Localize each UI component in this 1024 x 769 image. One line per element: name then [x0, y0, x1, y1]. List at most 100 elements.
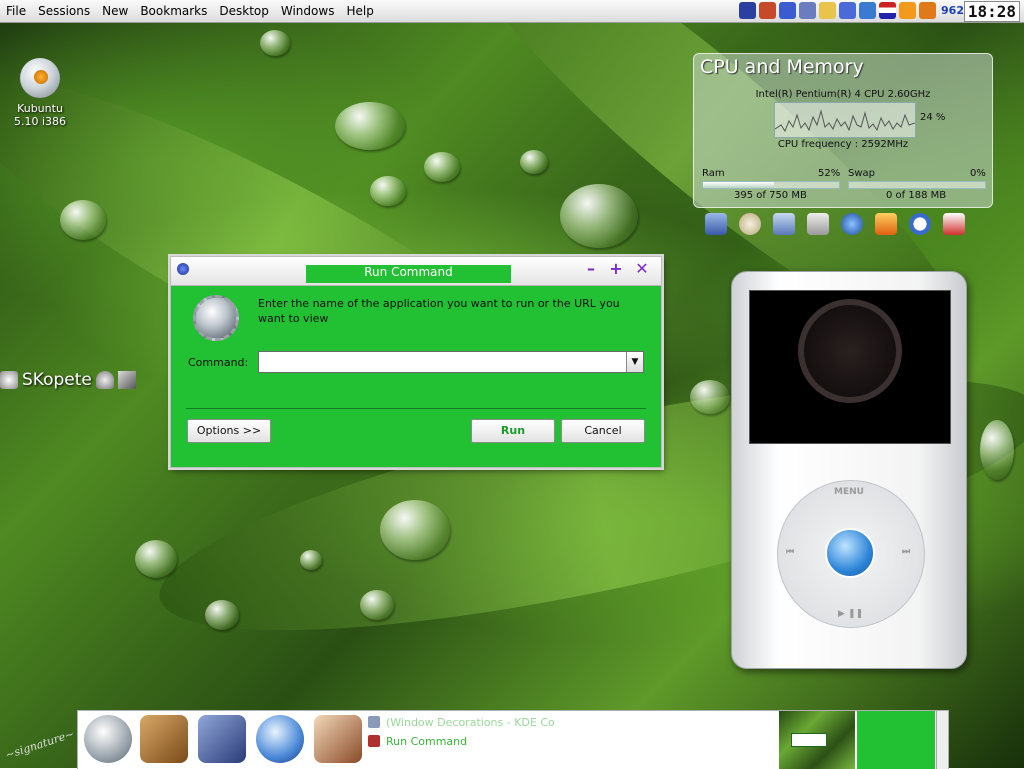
- desktop-pager-1[interactable]: [779, 711, 855, 769]
- ram-bar: [702, 181, 840, 189]
- computer-icon[interactable]: [705, 213, 727, 235]
- keyboard-layout-flag-icon[interactable]: [879, 2, 897, 19]
- previous-icon[interactable]: ⏮: [786, 547, 794, 557]
- kopete-icon: [0, 371, 18, 389]
- kmix-icon[interactable]: [799, 2, 817, 19]
- menu-bookmarks[interactable]: Bookmarks: [134, 0, 213, 22]
- menu-help[interactable]: Help: [340, 0, 379, 22]
- run-button[interactable]: Run: [471, 419, 555, 443]
- ipod-widget: MENU ⏮ ⏭ ▶ ❚❚: [731, 271, 967, 669]
- dialog-separator: [186, 408, 646, 409]
- chevron-down-icon[interactable]: ▼: [626, 352, 643, 372]
- terminal-icon[interactable]: [314, 715, 362, 763]
- volume-icon[interactable]: [859, 2, 877, 19]
- run-gear-icon: [193, 295, 239, 341]
- taskbar-item-run-command[interactable]: Run Command: [366, 732, 776, 751]
- package-icon[interactable]: [140, 715, 188, 763]
- cpu-memory-widget: CPU and Memory Intel(R) Pentium(R) 4 CPU…: [693, 53, 993, 208]
- taskbar-item-window-decorations[interactable]: (Window Decorations - KDE Co: [366, 713, 776, 732]
- tray-counter: 962: [941, 4, 964, 17]
- taskbar: (Window Decorations - KDE Co Run Command: [366, 713, 776, 751]
- clipboard-icon[interactable]: [819, 2, 837, 19]
- preferences-icon: [368, 716, 380, 728]
- water-drop: [205, 600, 239, 630]
- swap-percent: 0%: [970, 168, 986, 179]
- pdf-icon[interactable]: [943, 213, 965, 235]
- dialog-titlebar[interactable]: Run Command – + ✕: [171, 257, 661, 286]
- cancel-button[interactable]: Cancel: [561, 419, 645, 443]
- cpu-graph-line: [774, 109, 916, 133]
- firefox-icon[interactable]: [875, 213, 897, 235]
- amarok-wolf-icon: [798, 299, 902, 403]
- kde-menu-gear-icon[interactable]: [84, 715, 132, 763]
- water-drop: [370, 176, 406, 206]
- cpu-widget-title: CPU and Memory: [700, 56, 864, 78]
- disk-icon[interactable]: [739, 213, 761, 235]
- network-icon[interactable]: [759, 2, 777, 19]
- download-icon[interactable]: [739, 2, 757, 19]
- wheel-menu-label[interactable]: MENU: [834, 487, 864, 497]
- desktop-pager-2[interactable]: [857, 711, 935, 769]
- maximize-icon[interactable]: +: [608, 261, 624, 277]
- cpu-graph-svg: [774, 109, 916, 133]
- menu-windows[interactable]: Windows: [275, 0, 341, 22]
- konqueror-icon[interactable]: [256, 715, 304, 763]
- window-menu-icon[interactable]: [177, 263, 189, 275]
- globe-icon[interactable]: [841, 213, 863, 235]
- tools-icon[interactable]: [117, 371, 136, 389]
- ipod-click-wheel[interactable]: MENU ⏮ ⏭ ▶ ❚❚: [777, 480, 925, 628]
- ram-bar-fill: [703, 182, 774, 188]
- panel-handle[interactable]: [936, 711, 948, 769]
- minimize-icon[interactable]: –: [583, 261, 599, 277]
- play-pause-icon[interactable]: ▶ ❚❚: [838, 609, 863, 619]
- contact-icon[interactable]: [95, 371, 114, 389]
- water-drop: [260, 30, 290, 56]
- run-command-dialog: Run Command – + ✕ Enter the name of the …: [170, 256, 662, 468]
- system-tray: 962: [739, 2, 964, 19]
- kopete-widget[interactable]: SKopete: [0, 370, 136, 390]
- cpu-percent: 24 %: [920, 112, 946, 123]
- folder-icon[interactable]: [919, 2, 937, 19]
- dialog-title: Run Command: [306, 265, 511, 283]
- pager-window: [791, 733, 827, 747]
- water-drop: [980, 420, 1014, 480]
- clock[interactable]: 18:28: [963, 1, 1020, 22]
- task-label: (Window Decorations - KDE Co: [386, 716, 555, 729]
- desktop-icon-kubuntu[interactable]: Kubuntu 5.10 i386: [8, 58, 72, 128]
- harddrive-icon[interactable]: [807, 213, 829, 235]
- swap-bar: [848, 181, 986, 189]
- swap-usage: 0 of 188 MB: [886, 190, 947, 201]
- cpu-load-graph: [774, 102, 916, 138]
- network-folder-icon[interactable]: [773, 213, 795, 235]
- clock-icon[interactable]: [909, 213, 931, 235]
- monitor-icon[interactable]: [839, 2, 857, 19]
- task-label: Run Command: [386, 735, 468, 748]
- options-button[interactable]: Options >>: [187, 419, 271, 443]
- command-input[interactable]: [259, 352, 625, 372]
- water-drop: [335, 102, 405, 150]
- water-drop: [135, 540, 177, 578]
- menu-file[interactable]: File: [0, 0, 32, 22]
- water-drop: [60, 200, 106, 240]
- quick-launch-dock: [705, 213, 965, 235]
- amarok-center-button[interactable]: [825, 528, 875, 578]
- cpu-model: Intel(R) Pentium(R) 4 CPU 2.60GHz: [755, 89, 931, 100]
- ram-percent: 52%: [818, 168, 841, 179]
- water-drop: [424, 152, 460, 182]
- devices-icon[interactable]: [779, 2, 797, 19]
- command-combobox[interactable]: ▼: [258, 351, 644, 373]
- close-icon[interactable]: ✕: [634, 261, 650, 277]
- dialog-prompt: Enter the name of the application you wa…: [258, 297, 620, 325]
- menu-desktop[interactable]: Desktop: [213, 0, 275, 22]
- menu-new[interactable]: New: [96, 0, 134, 22]
- water-drop: [300, 550, 322, 570]
- water-drop: [560, 184, 638, 248]
- water-drop: [380, 500, 450, 560]
- water-drop: [360, 590, 394, 620]
- control-center-icon[interactable]: [198, 715, 246, 763]
- next-icon[interactable]: ⏭: [902, 547, 910, 557]
- menu-sessions[interactable]: Sessions: [32, 0, 96, 22]
- run-command-icon: [368, 735, 380, 747]
- weather-icon[interactable]: [899, 2, 917, 19]
- top-menu-bar: File Sessions New Bookmarks Desktop Wind…: [0, 0, 1024, 23]
